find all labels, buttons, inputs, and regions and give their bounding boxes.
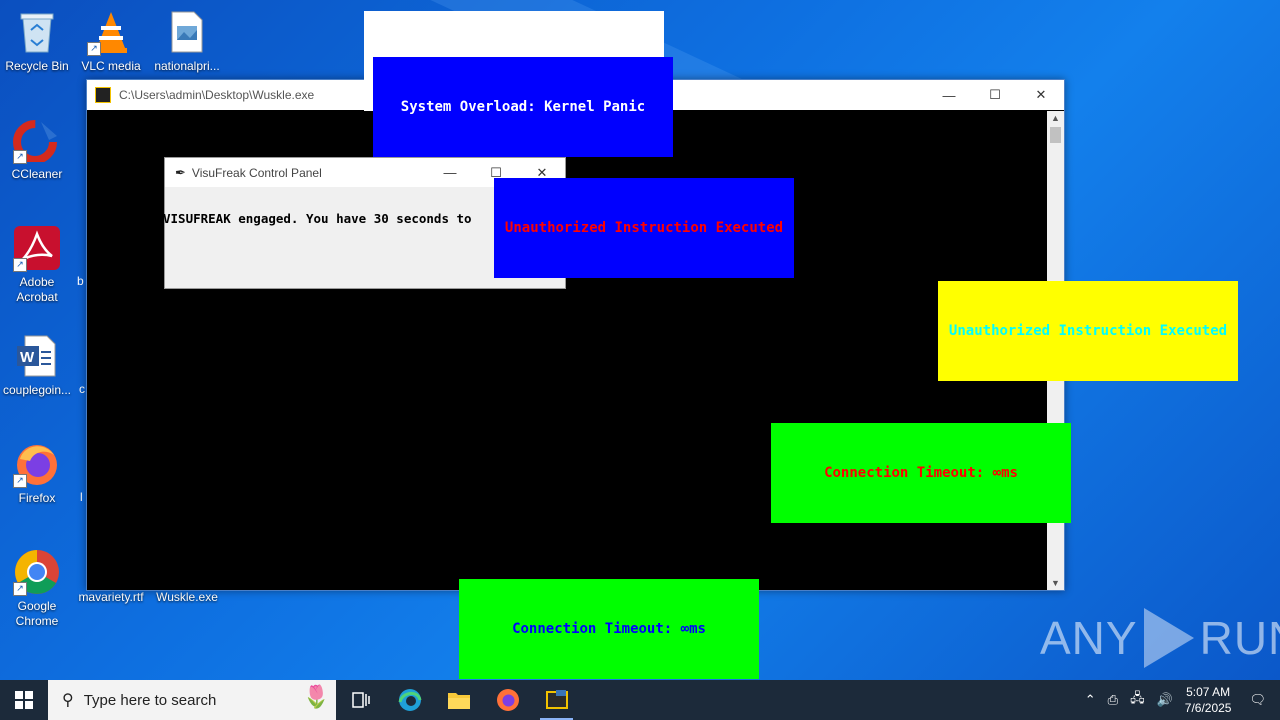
desktop: Recycle Bin ↗ VLC media nationalpri... ↗… (0, 0, 1280, 680)
popup-connection-timeout[interactable]: Connection Timeout: ∞ms (459, 579, 759, 679)
watermark-text-right: RUN (1199, 612, 1280, 664)
system-tray: ⌃ ⎙ 🖧 🔊 5:07 AM 7/6/2025 🗨 (1079, 680, 1280, 720)
desktop-icon-exe-file[interactable]: Wuskle.exe (150, 590, 224, 605)
desktop-icon-label: Wuskle.exe (156, 590, 218, 604)
desktop-icon-recycle-bin[interactable]: Recycle Bin (0, 8, 74, 74)
svg-text:W: W (20, 349, 35, 366)
control-panel-message: VISUFREAK engaged. You have 30 seconds t… (163, 211, 472, 226)
watermark-text-left: ANY (1040, 612, 1138, 664)
start-button[interactable] (0, 680, 48, 720)
shortcut-arrow-icon: ↗ (13, 150, 27, 164)
popup-unauthorized-instruction[interactable]: Unauthorized Instruction Executed (938, 281, 1238, 381)
shortcut-arrow-icon: ↗ (13, 582, 27, 596)
shortcut-arrow-icon: ↗ (87, 42, 101, 56)
scroll-up-arrow-icon[interactable]: ▲ (1047, 113, 1064, 123)
partial-icon-label: l (80, 490, 83, 504)
notifications-icon[interactable]: 🗨 (1249, 692, 1266, 708)
volume-icon[interactable]: 🔊 (1157, 692, 1173, 708)
taskbar: ⚲ Type here to search 🌷 ⌃ ⎙ 🖧 🔊 5:07 AM … (0, 680, 1280, 720)
desktop-icon-firefox[interactable]: ↗ Firefox (0, 440, 74, 506)
file-explorer-icon[interactable] (434, 680, 483, 720)
desktop-icon-label: Adobe Acrobat (16, 275, 58, 304)
popup-text: Connection Timeout: ∞ms (512, 621, 706, 637)
network-device-icon[interactable]: ⎙ (1108, 692, 1118, 708)
desktop-icon-rtf-file[interactable]: mavariety.rtf (74, 590, 148, 605)
taskbar-search-box[interactable]: ⚲ Type here to search 🌷 (48, 680, 336, 720)
desktop-icon-label: Recycle Bin (5, 59, 69, 73)
windows-logo-icon (15, 691, 33, 709)
partial-icon-label: b (77, 274, 84, 288)
clock-time: 5:07 AM (1186, 685, 1231, 699)
anyrun-watermark: ANY RUN (1040, 608, 1280, 668)
desktop-icon-label: CCleaner (11, 167, 63, 181)
search-placeholder: Type here to search (83, 691, 217, 709)
image-file-icon (163, 8, 211, 56)
desktop-icon-label: Firefox (18, 491, 56, 505)
search-icon: ⚲ (62, 692, 74, 709)
desktop-icon-label: VLC media (81, 59, 141, 73)
popup-text: Unauthorized Instruction Executed (504, 220, 784, 236)
firefox-taskbar-icon[interactable] (483, 680, 532, 720)
minimize-button[interactable]: ― (427, 158, 473, 187)
show-hidden-icons-chevron-icon[interactable]: ⌃ (1085, 692, 1096, 708)
desktop-icon-ccleaner[interactable]: ↗ CCleaner (0, 116, 74, 182)
desktop-icon-chrome[interactable]: ↗ Google Chrome (0, 548, 74, 629)
python-app-icon (95, 87, 111, 103)
desktop-icon-label: mavariety.rtf (78, 590, 144, 604)
popup-connection-timeout[interactable]: Connection Timeout: ∞ms (771, 423, 1071, 523)
taskbar-clock[interactable]: 5:07 AM 7/6/2025 (1185, 684, 1232, 716)
desktop-icon-label: couplegoin... (2, 383, 72, 397)
desktop-icon-label: Google Chrome (15, 599, 59, 628)
popup-text: Connection Timeout: ∞ms (824, 465, 1018, 481)
console-title: C:\Users\admin\Desktop\Wuskle.exe (119, 88, 315, 102)
maximize-button[interactable]: ☐ (972, 80, 1018, 110)
close-button[interactable]: ✕ (1018, 80, 1064, 110)
word-doc-icon: W (13, 332, 61, 380)
scroll-down-arrow-icon[interactable]: ▼ (1047, 578, 1064, 588)
desktop-icon-label: nationalpri... (154, 59, 220, 73)
scroll-thumb[interactable] (1050, 127, 1061, 143)
control-panel-title: VisuFreak Control Panel (191, 165, 322, 180)
minimize-button[interactable]: ― (926, 80, 972, 110)
feather-icon: ✒ (175, 164, 186, 180)
clock-date: 7/6/2025 (1184, 701, 1232, 715)
wuskle-python-taskbar-icon[interactable] (532, 680, 581, 720)
recycle-bin-icon (13, 8, 61, 56)
vlc-icon: ↗ (87, 8, 135, 56)
shortcut-arrow-icon: ↗ (13, 258, 27, 272)
task-view-icon[interactable] (336, 680, 385, 720)
desktop-icon-word-doc[interactable]: W couplegoin... (0, 332, 74, 398)
search-highlight-flowers-icon: 🌷 (302, 684, 330, 709)
shortcut-arrow-icon: ↗ (13, 474, 27, 488)
desktop-icon-adobe-acrobat[interactable]: ↗ Adobe Acrobat (0, 224, 74, 305)
ccleaner-icon: ↗ (13, 116, 61, 164)
popup-unauthorized-instruction[interactable]: Unauthorized Instruction Executed (494, 178, 794, 278)
desktop-icon-image-file[interactable]: nationalpri... (150, 8, 224, 74)
chrome-icon: ↗ (13, 548, 61, 596)
popup-text: Unauthorized Instruction Executed (948, 323, 1228, 339)
acrobat-icon: ↗ (13, 224, 61, 272)
network-icon[interactable]: 🖧 (1130, 689, 1145, 711)
desktop-icon-vlc[interactable]: ↗ VLC media (74, 8, 148, 74)
firefox-icon: ↗ (13, 440, 61, 488)
popup-kernel-panic[interactable]: System Overload: Kernel Panic (373, 57, 673, 157)
popup-text: System Overload: Kernel Panic (400, 99, 646, 115)
edge-icon[interactable] (385, 680, 434, 720)
partial-icon-label: c (79, 382, 85, 396)
play-logo-icon (1143, 608, 1194, 668)
